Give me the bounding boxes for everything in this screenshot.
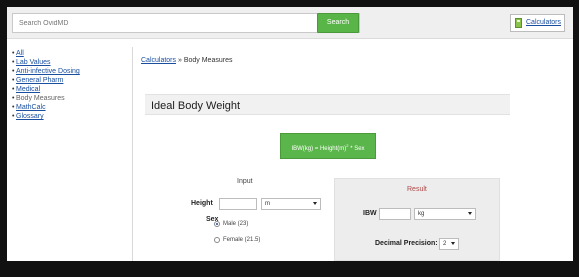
search-input[interactable] [13,14,359,32]
calculator-title-bar: Ideal Body Weight [145,94,510,115]
search-button[interactable]: Search [317,13,359,33]
calculator-icon [515,18,522,28]
sidebar-item-anti-infective-dosing[interactable]: • Anti-infective Dosing [12,67,127,76]
formula-suffix: * Sex [348,146,365,152]
sidebar-item-mathcalc[interactable]: • MathCalc [12,103,127,112]
sidebar-item-label: Anti-infective Dosing [16,68,80,75]
page-title: Ideal Body Weight [151,100,241,112]
sidebar-divider [132,47,133,261]
sidebar-item-lab-values[interactable]: • Lab Values [12,58,127,67]
height-unit-value: m [265,201,270,207]
height-input[interactable] [219,198,257,210]
sidebar-item-glossary[interactable]: • Glossary [12,112,127,121]
precision-label: Decimal Precision: [375,240,438,247]
sex-male-label: Male (23) [223,221,249,227]
sidebar-item-label: MathCalc [16,104,46,111]
sidebar-item-all[interactable]: • All [12,49,127,58]
height-label: Height [191,200,213,207]
height-unit-select[interactable]: m [261,198,321,210]
sidebar-item-label: All [16,50,24,57]
precision-value: 2 [443,241,447,247]
ibw-unit-select[interactable]: kg [414,208,476,220]
sex-male-radio[interactable] [214,221,220,227]
sidebar-item-general-pharm[interactable]: • General Pharm [12,76,127,85]
sidebar-item-medical[interactable]: • Medical [12,85,127,94]
breadcrumb-separator: » [177,57,182,64]
breadcrumb-calculators-link[interactable]: Calculators [141,57,176,64]
chevron-down-icon [451,242,455,245]
top-bar: Search Calculators [7,7,573,39]
sidebar-item-label: Medical [16,86,41,93]
search-box[interactable] [12,13,360,33]
sex-female-radio[interactable] [214,237,220,243]
ibw-output [379,208,411,220]
ibw-label: IBW [363,210,377,217]
breadcrumb: Calculators » Body Measures [141,57,232,64]
calculators-link[interactable]: Calculators [510,14,565,32]
formula-prefix: IBW(kg) = Height(m) [291,146,347,152]
app-page: Search Calculators •All •Lab Values •Ant… [7,7,573,261]
chevron-down-icon [468,212,472,215]
formula-box: IBW(kg) = Height(m)2 * Sex [280,133,376,159]
input-heading: Input [237,178,253,185]
sidebar-item-label: General Pharm [16,77,64,84]
sidebar-item-body-measures: • Body Measures [12,95,65,102]
breadcrumb-current: Body Measures [183,57,233,64]
sidebar-item-label: Glossary [16,113,44,120]
sidebar-nav: • All • Lab Values • Anti-infective Dosing … [12,49,127,121]
precision-select[interactable]: 2 [439,238,459,250]
result-heading: Result [407,186,427,193]
sex-female-label: Female (21.5) [223,237,261,243]
sidebar-item-label: Body Measures [16,95,65,102]
chevron-down-icon [313,202,317,205]
sidebar-item-label: Lab Values [16,59,51,66]
ibw-unit-value: kg [418,211,425,217]
calculators-link-label: Calculators [526,19,562,26]
